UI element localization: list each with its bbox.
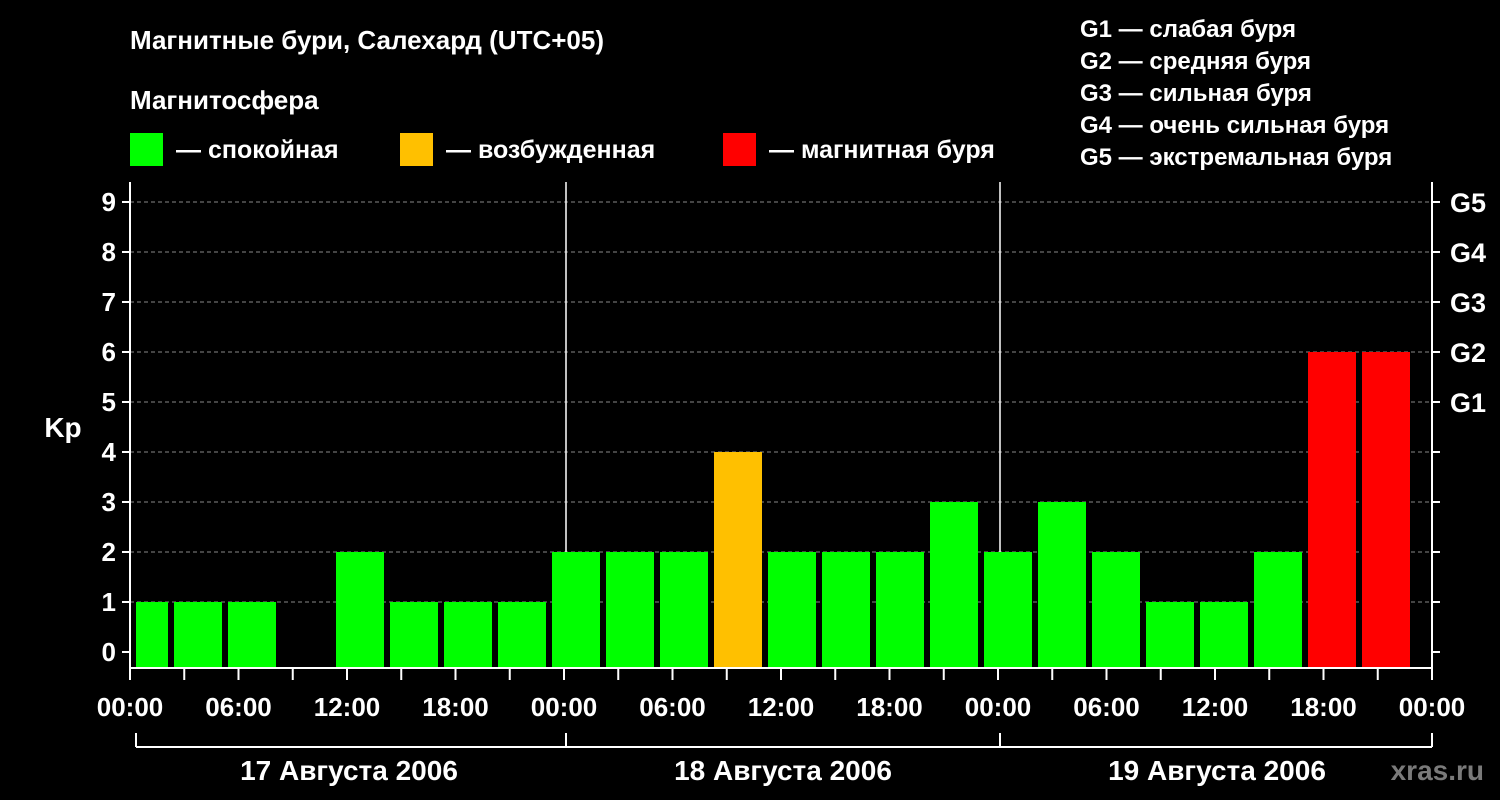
g-scale-label: G2 bbox=[1450, 338, 1486, 368]
y-tick-label: 8 bbox=[102, 237, 116, 267]
x-tick-label: 00:00 bbox=[965, 692, 1032, 722]
y-tick-label: 3 bbox=[102, 487, 116, 517]
bar-kp bbox=[1200, 602, 1248, 668]
bar-kp bbox=[498, 602, 546, 668]
bar-kp bbox=[876, 552, 924, 668]
bar-kp bbox=[1362, 352, 1410, 668]
bar-kp bbox=[136, 602, 168, 668]
y-tick-label: 1 bbox=[102, 587, 116, 617]
bar-kp bbox=[660, 552, 708, 668]
g-scale-label: G4 bbox=[1450, 238, 1486, 268]
y-axis-label: Kp bbox=[44, 412, 81, 443]
y-tick-label: 2 bbox=[102, 537, 116, 567]
y-tick-label: 0 bbox=[102, 637, 116, 667]
chart-title: Магнитные бури, Салехард (UTC+05) bbox=[130, 25, 604, 55]
legend-label: — возбужденная bbox=[446, 136, 655, 164]
storm-scale-item: G3 — сильная буря bbox=[1080, 80, 1312, 107]
bar-kp bbox=[390, 602, 438, 668]
y-tick-label: 5 bbox=[102, 387, 116, 417]
g-scale-label: G5 bbox=[1450, 188, 1486, 218]
x-tick-label: 00:00 bbox=[97, 692, 164, 722]
bar-kp bbox=[1146, 602, 1194, 668]
x-tick-label: 00:00 bbox=[531, 692, 598, 722]
x-tick-label: 18:00 bbox=[856, 692, 923, 722]
y-tick-label: 4 bbox=[102, 437, 117, 467]
legend-label: — спокойная bbox=[176, 136, 339, 164]
x-tick-label: 12:00 bbox=[748, 692, 815, 722]
storm-scale-item: G1 — слабая буря bbox=[1080, 16, 1296, 43]
bar-kp bbox=[822, 552, 870, 668]
g-scale-label: G1 bbox=[1450, 388, 1486, 418]
bar-kp bbox=[174, 602, 222, 668]
y-tick-label: 7 bbox=[102, 287, 116, 317]
y-tick-label: 6 bbox=[102, 337, 116, 367]
x-tick-label: 06:00 bbox=[639, 692, 706, 722]
storm-scale-item: G2 — средняя буря bbox=[1080, 48, 1311, 75]
bar-kp bbox=[228, 602, 276, 668]
bar-kp bbox=[1038, 502, 1086, 668]
x-tick-label: 18:00 bbox=[1290, 692, 1357, 722]
bar-kp bbox=[552, 552, 600, 668]
y-tick-label: 9 bbox=[102, 187, 116, 217]
watermark-text: xras.ru bbox=[1391, 755, 1484, 786]
x-tick-label: 06:00 bbox=[1073, 692, 1140, 722]
bar-kp bbox=[336, 552, 384, 668]
bar-kp bbox=[984, 552, 1032, 668]
bar-kp bbox=[930, 502, 978, 668]
legend-swatch bbox=[130, 133, 163, 166]
bar-kp bbox=[606, 552, 654, 668]
storm-scale-item: G4 — очень сильная буря bbox=[1080, 112, 1389, 139]
g-scale-label: G3 bbox=[1450, 288, 1486, 318]
bar-kp bbox=[768, 552, 816, 668]
bar-kp bbox=[714, 452, 762, 668]
bar-kp bbox=[1092, 552, 1140, 668]
legend-label: — магнитная буря bbox=[769, 136, 995, 164]
storm-scale-item: G5 — экстремальная буря bbox=[1080, 144, 1392, 171]
legend-swatch bbox=[723, 133, 756, 166]
legend-swatch bbox=[400, 133, 433, 166]
day-label: 17 Августа 2006 bbox=[240, 755, 458, 786]
day-label: 18 Августа 2006 bbox=[674, 755, 892, 786]
x-tick-label: 12:00 bbox=[314, 692, 381, 722]
legend-header: Магнитосфера bbox=[130, 85, 319, 115]
bar-kp bbox=[1308, 352, 1356, 668]
chart: Магнитные бури, Салехард (UTC+05) Магнито… bbox=[44, 16, 1486, 786]
x-tick-label: 18:00 bbox=[422, 692, 489, 722]
bar-kp bbox=[444, 602, 492, 668]
bar-kp bbox=[1254, 552, 1302, 668]
x-tick-label: 00:00 bbox=[1399, 692, 1466, 722]
x-tick-label: 12:00 bbox=[1182, 692, 1249, 722]
day-label: 19 Августа 2006 bbox=[1108, 755, 1326, 786]
x-tick-label: 06:00 bbox=[205, 692, 272, 722]
